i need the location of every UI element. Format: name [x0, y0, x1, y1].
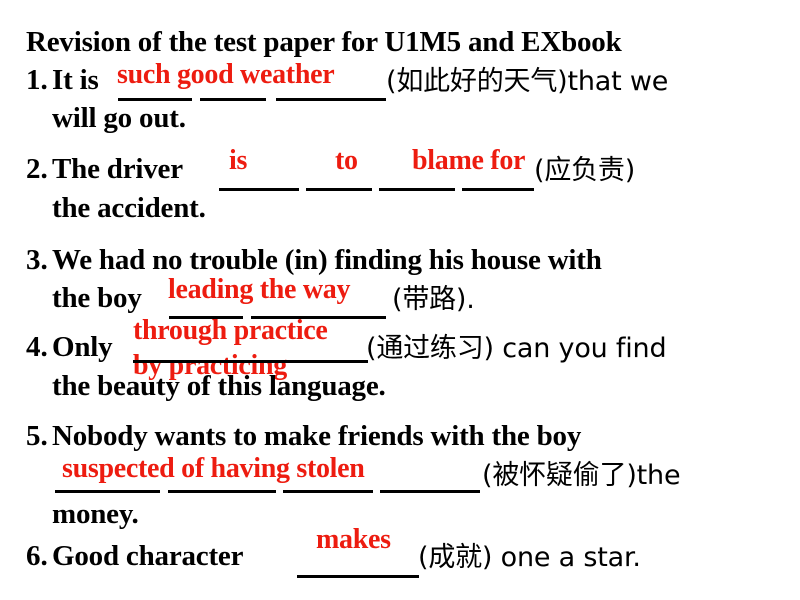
item-5-line-1: Nobody wants to make friends with the bo… — [52, 420, 582, 452]
item-6-answer: makes — [316, 524, 391, 555]
item-2-answer-2: to — [335, 145, 358, 176]
item-2-blank-2 — [306, 188, 372, 191]
item-2-answer-3: blame for — [412, 145, 526, 176]
item-3-line-1: We had no trouble (in) finding his house… — [52, 244, 602, 276]
item-1-number: 1. — [26, 64, 48, 96]
item-2-blank-4 — [462, 188, 534, 191]
item-6-blank-1 — [297, 575, 419, 578]
item-3-text-after: (带路). — [392, 284, 475, 315]
item-2-text-after: (应负责) — [534, 155, 636, 186]
item-5-blank-1 — [55, 490, 160, 493]
item-5-answer: suspected of having stolen — [62, 453, 365, 484]
item-2-blank-3 — [379, 188, 455, 191]
item-2-number: 2. — [26, 153, 48, 185]
item-2-line-2: the accident. — [52, 192, 206, 224]
item-1-line-2: will go out. — [52, 102, 186, 134]
item-1-blank-1 — [118, 98, 192, 101]
item-5-text-after: (被怀疑偷了)the — [482, 460, 681, 491]
item-4-number: 4. — [26, 331, 48, 363]
item-1-answer: such good weather — [117, 59, 335, 90]
item-2-text-before: The driver — [52, 153, 183, 185]
item-1-blank-3 — [276, 98, 386, 101]
slide-canvas: Revision of the test paper for U1M5 and … — [0, 0, 800, 600]
item-1-text-before: It is — [52, 64, 99, 96]
page-title: Revision of the test paper for U1M5 and … — [26, 26, 622, 58]
item-2-answer-1: is — [229, 145, 248, 176]
item-4-text-after: (通过练习) can you find — [366, 333, 667, 364]
item-6-text-before: Good character — [52, 540, 244, 572]
item-4-text-before: Only — [52, 331, 113, 363]
item-1-blank-2 — [200, 98, 266, 101]
item-4-blank-1 — [133, 360, 368, 363]
item-5-blank-4 — [380, 490, 480, 493]
item-6-number: 6. — [26, 540, 48, 572]
item-3-answer: leading the way — [168, 274, 351, 305]
item-5-line-3: money. — [52, 498, 139, 530]
item-4-line-2: the beauty of this language. — [52, 370, 386, 402]
item-3-text-before: the boy — [52, 282, 142, 314]
item-5-blank-3 — [283, 490, 373, 493]
item-6-text-after: (成就) one a star. — [418, 542, 641, 573]
item-1-text-after: (如此好的天气)that we — [386, 66, 669, 97]
item-3-number: 3. — [26, 244, 48, 276]
item-5-number: 5. — [26, 420, 48, 452]
item-2-blank-1 — [219, 188, 299, 191]
item-5-blank-2 — [168, 490, 276, 493]
item-4-answer-1: through practice — [133, 315, 328, 346]
